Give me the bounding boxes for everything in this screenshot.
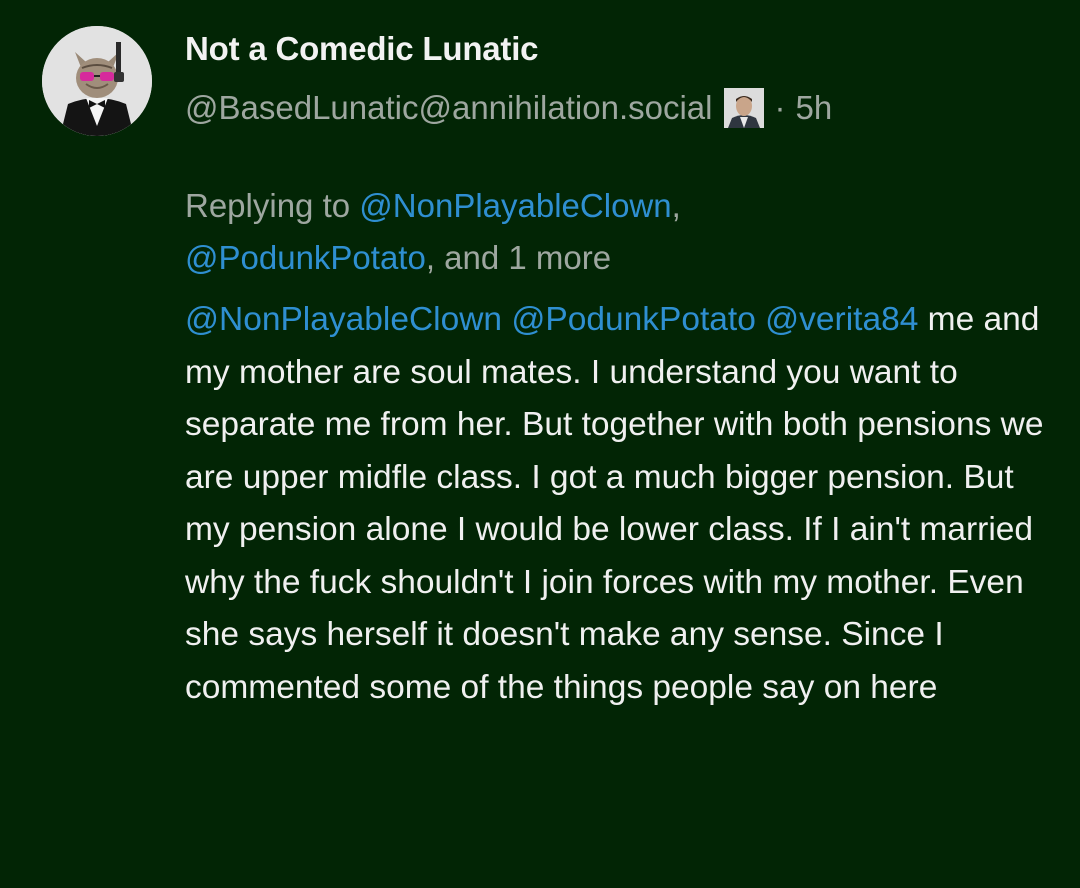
post-time[interactable]: 5h [795,89,832,127]
reply-comma: , [671,187,681,224]
avatar[interactable] [42,26,152,136]
mention-link[interactable]: @PodunkPotato [185,239,426,276]
man-in-suit-emoji-icon [724,88,765,128]
user-handle[interactable]: @BasedLunatic@annihilation.social [185,89,712,127]
mention-link[interactable]: @verita84 [765,301,918,338]
display-name[interactable]: Not a Comedic Lunatic [185,30,539,68]
cat-avatar-icon [42,26,152,136]
replying-to: Replying to @NonPlayableClown, @PodunkPo… [185,180,885,284]
separator-dot: · [774,89,786,126]
mention-link[interactable]: @NonPlayableClown [185,301,502,338]
post-content: @NonPlayableClown @PodunkPotato @verita8… [185,294,1055,714]
mention-link[interactable]: @NonPlayableClown [359,187,671,224]
handle-row: @BasedLunatic@annihilation.social · 5h [185,86,832,130]
reply-more-text[interactable]: , and 1 more [426,239,611,276]
replying-to-label: Replying to [185,187,351,224]
post-text: me and my mother are soul mates. I under… [185,301,1044,706]
mention-link[interactable]: @PodunkPotato [511,301,755,338]
